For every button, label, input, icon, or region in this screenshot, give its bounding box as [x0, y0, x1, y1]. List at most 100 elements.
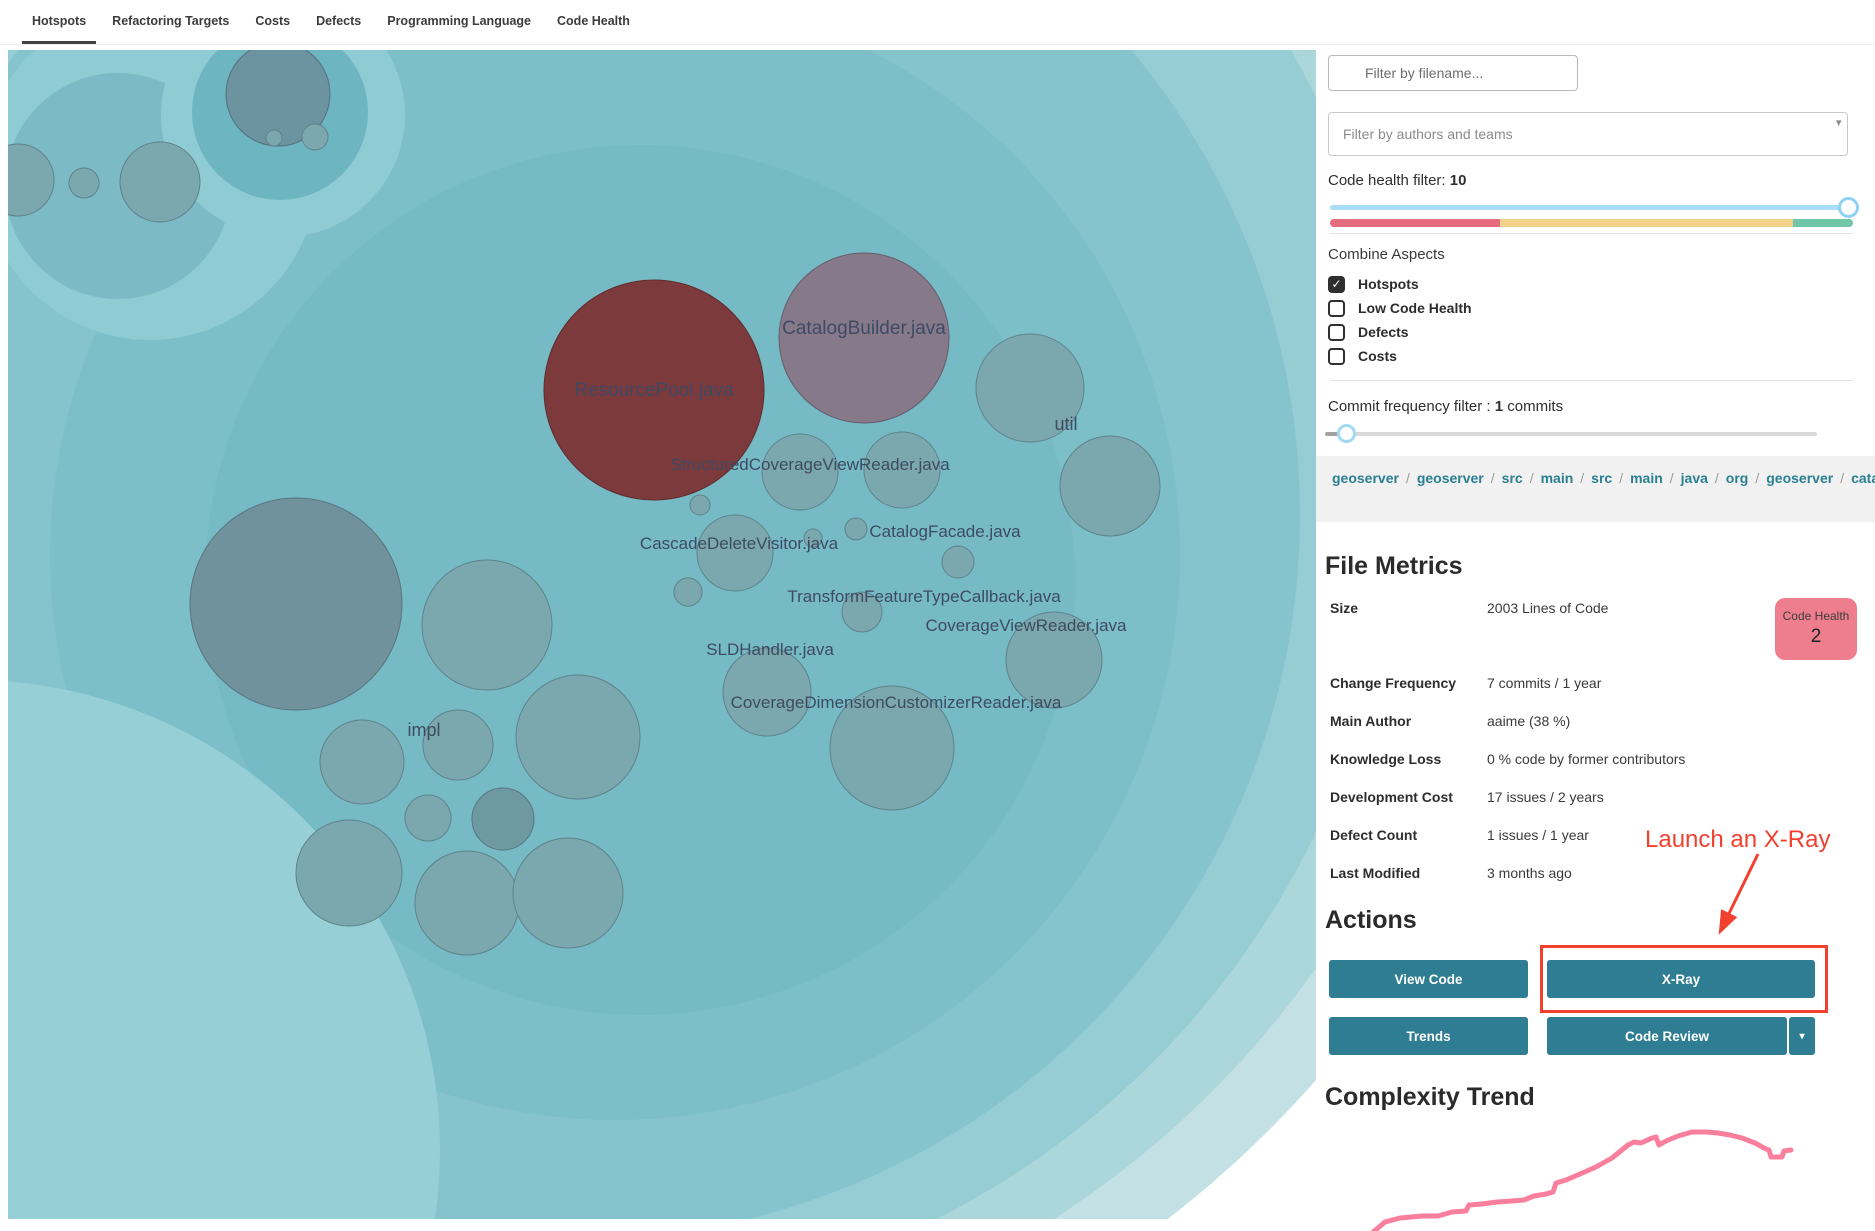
code-health-badge-value: 2	[1775, 626, 1857, 648]
app-window: HotspotsRefactoring TargetsCostsDefectsP…	[0, 0, 1875, 1231]
breadcrumb-separator: /	[1840, 470, 1844, 486]
hotspot-bubble-map: ResourcePool.javaCatalogBuilder.javautil…	[8, 50, 1316, 1219]
code-health-gradient-bar	[1330, 219, 1853, 227]
breadcrumb-link[interactable]: geoserver	[1417, 470, 1484, 486]
bubble-label: SLDHandler.java	[706, 640, 834, 659]
metric-label: Development Cost	[1330, 789, 1487, 807]
aspect-checkbox-hotspots[interactable]: ✓Hotspots	[1328, 272, 1472, 296]
checkbox-unchecked-icon[interactable]	[1328, 300, 1345, 317]
file-bubble[interactable]	[697, 515, 773, 591]
view-code-button[interactable]: View Code	[1329, 960, 1528, 998]
commit-frequency-label: Commit frequency filter : 1 commits	[1328, 398, 1563, 415]
file-bubble[interactable]	[516, 675, 640, 799]
authors-filter-placeholder: Filter by authors and teams	[1343, 126, 1513, 142]
breadcrumb-link[interactable]: src	[1502, 470, 1523, 486]
checkbox-unchecked-icon[interactable]	[1328, 324, 1345, 341]
code-review-dropdown-caret[interactable]: ▾	[1789, 1017, 1815, 1055]
bubble-label: CatalogBuilder.java	[782, 318, 946, 339]
breadcrumb-link[interactable]: geoserver	[1766, 470, 1833, 486]
file-bubble[interactable]	[266, 130, 282, 146]
gradient-segment	[1793, 219, 1853, 227]
file-bubble[interactable]	[942, 546, 974, 578]
file-bubble[interactable]	[190, 498, 402, 710]
file-metrics-title: File Metrics	[1325, 552, 1463, 581]
breadcrumb-separator: /	[1755, 470, 1759, 486]
metric-label: Size	[1330, 600, 1487, 618]
authors-filter-select[interactable]: Filter by authors and teams	[1328, 112, 1848, 156]
xray-annotation-text: Launch an X-Ray	[1645, 826, 1830, 854]
file-bubble[interactable]	[513, 838, 623, 948]
file-bubble[interactable]	[422, 560, 552, 690]
metric-value: 17 issues / 2 years	[1487, 789, 1760, 807]
code-health-slider-thumb[interactable]	[1838, 197, 1859, 218]
file-bubble[interactable]	[302, 124, 328, 150]
breadcrumb-link[interactable]: org	[1726, 470, 1749, 486]
code-health-badge: Code Health 2	[1775, 598, 1857, 660]
commit-slider-track[interactable]	[1325, 432, 1817, 436]
breadcrumb-link[interactable]: catalog	[1851, 470, 1875, 486]
filename-filter-input[interactable]	[1328, 55, 1578, 91]
commit-slider-thumb[interactable]	[1337, 424, 1356, 443]
tab-costs[interactable]: Costs	[245, 0, 300, 44]
file-bubble[interactable]	[405, 795, 451, 841]
file-bubble[interactable]	[320, 720, 404, 804]
breadcrumb-separator: /	[1619, 470, 1623, 486]
aspect-checkbox-low-code-health[interactable]: Low Code Health	[1328, 296, 1472, 320]
tab-hotspots[interactable]: Hotspots	[22, 0, 96, 44]
commit-frequency-value: 1	[1495, 398, 1503, 415]
bubble-label: CoverageDimensionCustomizerReader.java	[731, 693, 1062, 712]
breadcrumb-link[interactable]: main	[1541, 470, 1574, 486]
file-bubble[interactable]	[415, 851, 519, 955]
file-bubble[interactable]	[690, 495, 710, 515]
file-bubble[interactable]	[472, 788, 534, 850]
bubble-label: TransformFeatureTypeCallback.java	[787, 587, 1061, 606]
metric-label: Last Modified	[1330, 865, 1487, 883]
breadcrumb-separator: /	[1406, 470, 1410, 486]
tab-programming-language[interactable]: Programming Language	[377, 0, 541, 44]
metric-label: Change Frequency	[1330, 675, 1487, 693]
checkbox-unchecked-icon[interactable]	[1328, 348, 1345, 365]
breadcrumb-link[interactable]: main	[1630, 470, 1663, 486]
metric-row: Main Authoraaime (38 %)	[1330, 713, 1760, 731]
aspect-checkbox-costs[interactable]: Costs	[1328, 344, 1472, 368]
breadcrumb-link[interactable]: java	[1681, 470, 1708, 486]
file-bubble[interactable]	[1060, 436, 1160, 536]
gradient-segment	[1500, 219, 1793, 227]
metric-label: Knowledge Loss	[1330, 751, 1487, 769]
aspect-label: Low Code Health	[1358, 300, 1472, 316]
checkbox-checked-icon[interactable]: ✓	[1328, 276, 1345, 293]
actions-title: Actions	[1325, 906, 1417, 935]
tab-code-health[interactable]: Code Health	[547, 0, 640, 44]
metric-value: aaime (38 %)	[1487, 713, 1760, 731]
file-bubble[interactable]	[845, 518, 867, 540]
code-health-filter-value: 10	[1450, 172, 1467, 189]
gradient-segment	[1330, 219, 1500, 227]
chevron-down-icon: ▾	[1836, 116, 1842, 129]
aspect-label: Costs	[1358, 348, 1397, 364]
code-review-button[interactable]: Code Review	[1547, 1017, 1787, 1055]
xray-button[interactable]: X-Ray	[1547, 960, 1815, 998]
complexity-trend-line	[1372, 1132, 1791, 1231]
metric-value: 2003 Lines of Code	[1487, 600, 1760, 618]
code-health-slider-track[interactable]	[1330, 205, 1850, 210]
bubble-label: CatalogFacade.java	[869, 522, 1021, 541]
file-bubble[interactable]	[674, 578, 702, 606]
bubble-label: ResourcePool.java	[574, 380, 734, 401]
tab-defects[interactable]: Defects	[306, 0, 371, 44]
breadcrumb-link[interactable]: geoserver	[1332, 470, 1399, 486]
file-bubble[interactable]	[723, 648, 811, 736]
breadcrumb-separator: /	[1530, 470, 1534, 486]
file-bubble[interactable]	[120, 142, 200, 222]
file-bubble[interactable]	[69, 168, 99, 198]
metric-row: Size2003 Lines of Code	[1330, 600, 1760, 618]
divider	[1330, 233, 1853, 234]
tab-refactoring-targets[interactable]: Refactoring Targets	[102, 0, 239, 44]
bubble-label: CascadeDeleteVisitor.java	[640, 534, 839, 553]
breadcrumb-link[interactable]: src	[1591, 470, 1612, 486]
complexity-trend-title: Complexity Trend	[1325, 1083, 1535, 1112]
file-bubble[interactable]	[296, 820, 402, 926]
trends-button[interactable]: Trends	[1329, 1017, 1528, 1055]
breadcrumb-separator: /	[1670, 470, 1674, 486]
aspect-checkbox-defects[interactable]: Defects	[1328, 320, 1472, 344]
breadcrumb-separator: /	[1491, 470, 1495, 486]
